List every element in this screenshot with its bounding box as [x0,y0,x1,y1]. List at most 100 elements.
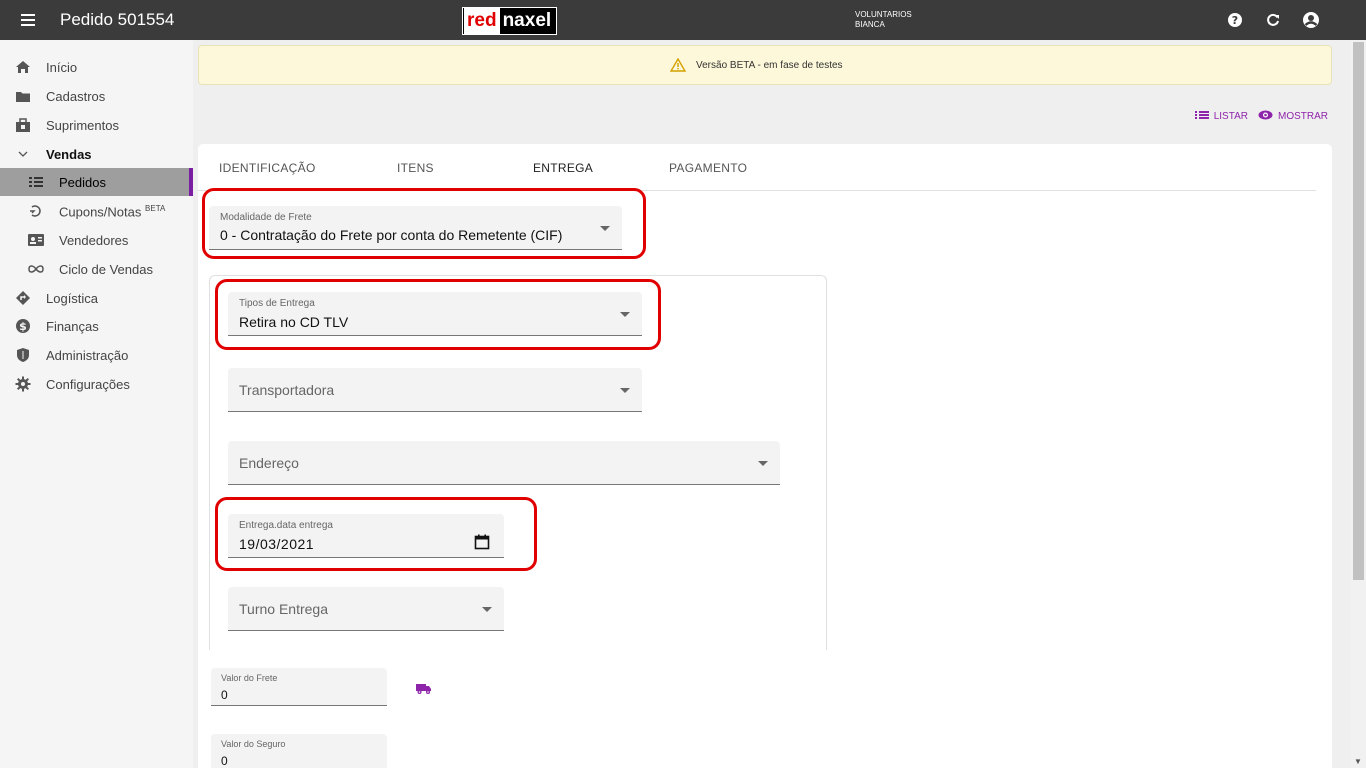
data-entrega-field[interactable]: Entrega.data entrega 19/03/2021 [228,514,504,558]
modalidade-frete-select[interactable]: Modalidade de Frete 0 - Contratação do F… [209,206,622,250]
sidebar: Início Cadastros Suprimentos Vendas Pedi… [0,40,193,768]
valor-seguro-value: 0 [221,754,228,768]
account-icon[interactable] [1300,9,1322,31]
scroll-down-arrow-icon[interactable]: ▼ [1354,757,1362,766]
home-icon [14,59,32,75]
logo-naxel-text: naxel [502,10,552,31]
top-icons: ? [1224,9,1322,31]
dropdown-caret-icon [758,461,768,466]
tab-bar: IDENTIFICAÇÃO ITENS ENTREGA PAGAMENTO [198,144,1316,191]
list-icon [27,174,45,190]
box-icon [14,117,32,133]
modalidade-frete-value: 0 - Contratação do Frete por conta do Re… [220,227,563,243]
sidebar-item-suprimentos[interactable]: Suprimentos [0,111,193,139]
sidebar-item-label: Vendedores [59,233,129,248]
help-icon[interactable]: ? [1224,9,1246,31]
sidebar-item-ciclo-vendas[interactable]: Ciclo de Vendas [0,255,193,283]
dropdown-caret-icon [482,607,492,612]
brand-logo: red naxel [462,7,558,35]
data-entrega-value: 19/03/2021 [239,536,315,552]
endereco-placeholder: Endereço [239,455,299,471]
transportadora-select[interactable]: Transportadora [228,368,642,412]
valor-frete-field[interactable]: Valor do Frete 0 [211,668,387,706]
eye-icon [1258,110,1273,123]
infinity-icon [27,261,45,277]
mostrar-label: MOSTRAR [1278,111,1328,122]
tab-entrega[interactable]: ENTREGA [533,161,593,175]
sidebar-item-label: Suprimentos [46,118,119,133]
shield-icon [14,347,32,363]
truck-icon[interactable] [416,682,432,700]
sidebar-item-financas[interactable]: $ Finanças [0,312,193,340]
warning-icon [669,57,687,77]
transportadora-placeholder: Transportadora [239,382,335,398]
sidebar-item-label: Início [46,60,78,75]
sidebar-item-label: Administração [46,348,129,363]
app-bar: Pedido 501554 red naxel VOLUNTARIOS BIAN… [0,0,1366,40]
listar-label: LISTAR [1213,111,1248,122]
sidebar-item-logistica[interactable]: Logística [0,284,193,312]
listar-button[interactable]: LISTAR [1194,110,1248,123]
beta-badge: BETA [145,204,166,213]
tab-pagamento[interactable]: PAGAMENTO [669,161,747,175]
org-name: VOLUNTARIOS [855,10,912,19]
page-scrollbar[interactable]: ▼ [1351,40,1366,768]
beta-banner-text: Versão BETA - em fase de testes [696,60,843,71]
beta-banner: Versão BETA - em fase de testes [198,45,1332,85]
scrollbar-thumb[interactable] [1353,42,1364,580]
page-title: Pedido 501554 [60,10,175,29]
view-actions: LISTAR MOSTRAR [1194,110,1328,123]
calendar-icon[interactable] [474,534,490,555]
svg-text:?: ? [1232,14,1238,27]
list-icon [1194,110,1209,123]
user-info: VOLUNTARIOS BIANCA [855,10,912,30]
dropdown-caret-icon [620,312,630,317]
contact-card-icon [27,232,45,248]
refresh-icon[interactable] [1262,9,1284,31]
sidebar-item-label: Finanças [46,319,99,334]
tipos-entrega-value: Retira no CD TLV [239,314,349,330]
sidebar-item-label: Cadastros [46,89,106,104]
turno-entrega-select[interactable]: Turno Entrega [228,587,504,631]
sidebar-item-vendas[interactable]: Vendas [0,140,193,168]
dropdown-caret-icon [600,226,610,231]
logo-red-text: red [464,8,500,34]
sidebar-item-cadastros[interactable]: Cadastros [0,82,193,110]
sidebar-item-label: Logística [46,291,99,306]
sidebar-item-label: Vendas [46,147,92,162]
sidebar-item-configuracoes[interactable]: Configurações [0,370,193,398]
hamburger-menu-icon[interactable] [18,10,40,30]
user-name: BIANCA [855,20,885,29]
folder-icon [14,88,32,104]
sidebar-item-inicio[interactable]: Início [0,53,193,81]
tipos-entrega-select[interactable]: Tipos de Entrega Retira no CD TLV [228,292,642,336]
sidebar-item-pedidos[interactable]: Pedidos [0,168,193,196]
dollar-icon: $ [14,318,32,334]
turno-entrega-placeholder: Turno Entrega [239,601,328,617]
valor-seguro-label: Valor do Seguro [221,739,286,749]
valor-frete-value: 0 [221,688,228,702]
coupon-icon [27,203,45,219]
sidebar-item-administracao[interactable]: Administração [0,341,193,369]
dropdown-caret-icon [620,388,630,393]
valor-frete-label: Valor do Frete [221,673,278,683]
endereco-select[interactable]: Endereço [228,441,780,485]
sidebar-item-vendedores[interactable]: Vendedores [0,226,193,254]
sidebar-item-cupons-notas[interactable]: Cupons/Notas BETA [0,197,193,225]
gear-icon [14,376,32,392]
sidebar-item-label: Cupons/Notas BETA [59,204,165,219]
cupons-label-text: Cupons/Notas [59,204,142,220]
tab-itens[interactable]: ITENS [397,161,434,175]
tab-identificacao[interactable]: IDENTIFICAÇÃO [219,161,316,175]
sidebar-item-label: Configurações [46,377,130,392]
chevron-down-icon [14,146,32,162]
mostrar-button[interactable]: MOSTRAR [1258,110,1328,123]
sidebar-item-label: Pedidos [59,175,106,190]
sidebar-item-label: Ciclo de Vendas [59,262,153,277]
tipos-entrega-label: Tipos de Entrega [239,298,315,309]
data-entrega-label: Entrega.data entrega [239,520,333,531]
valor-seguro-field[interactable]: Valor do Seguro 0 [211,734,387,768]
directions-icon [14,290,32,306]
svg-text:$: $ [19,320,27,333]
modalidade-frete-label: Modalidade de Frete [220,212,312,223]
